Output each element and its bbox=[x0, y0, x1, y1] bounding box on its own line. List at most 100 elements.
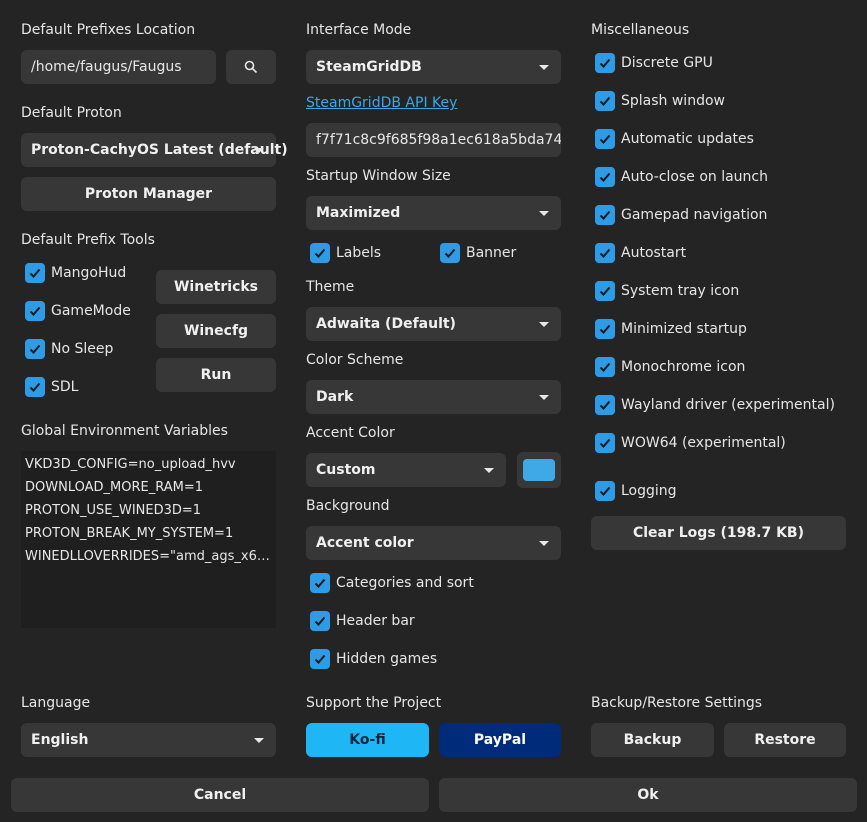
banner-label: Banner bbox=[466, 245, 517, 261]
chevron-down-icon bbox=[254, 738, 264, 743]
check-icon bbox=[595, 129, 615, 149]
no-sleep-label: No Sleep bbox=[51, 341, 114, 357]
winecfg-button[interactable]: Winecfg bbox=[156, 314, 276, 348]
support-label: Support the Project bbox=[306, 695, 442, 711]
env-vars-textarea[interactable]: VKD3D_CONFIG=no_upload_hvv DOWNLOAD_MORE… bbox=[21, 451, 276, 628]
cancel-button[interactable]: Cancel bbox=[11, 778, 429, 812]
check-icon bbox=[595, 167, 615, 187]
prefix-location-label: Default Prefixes Location bbox=[21, 22, 196, 38]
banner-checkbox[interactable]: Banner bbox=[440, 243, 516, 263]
check-icon bbox=[310, 649, 330, 669]
chevron-down-icon bbox=[539, 322, 549, 327]
background-label: Background bbox=[306, 498, 390, 514]
minimized-startup-checkbox[interactable]: Minimized startup bbox=[595, 319, 747, 339]
paypal-button[interactable]: PayPal bbox=[439, 723, 561, 757]
accent-color-label: Accent Color bbox=[306, 425, 395, 441]
check-icon bbox=[595, 281, 615, 301]
proton-manager-button[interactable]: Proton Manager bbox=[21, 177, 276, 211]
misc-label: Miscellaneous bbox=[591, 22, 690, 38]
env-line: DOWNLOAD_MORE_RAM=1 bbox=[25, 480, 203, 495]
interface-mode-select[interactable]: SteamGridDB bbox=[306, 50, 561, 84]
color-scheme-value: Dark bbox=[316, 389, 354, 405]
check-icon bbox=[595, 395, 615, 415]
winetricks-button[interactable]: Winetricks bbox=[156, 270, 276, 304]
restore-button[interactable]: Restore bbox=[724, 723, 846, 757]
monochrome-icon-label: Monochrome icon bbox=[621, 359, 746, 375]
interface-mode-value: SteamGridDB bbox=[316, 59, 422, 75]
startup-size-label: Startup Window Size bbox=[306, 168, 451, 184]
color-scheme-label: Color Scheme bbox=[306, 352, 404, 368]
mangohud-label: MangoHud bbox=[51, 265, 127, 281]
ok-button[interactable]: Ok bbox=[439, 778, 857, 812]
labels-checkbox[interactable]: Labels bbox=[310, 243, 381, 263]
prefix-location-input[interactable]: /home/faugus/Faugus bbox=[21, 50, 216, 84]
backup-restore-label: Backup/Restore Settings bbox=[591, 695, 763, 711]
accent-color-picker-button[interactable] bbox=[517, 452, 561, 488]
hidden-games-label: Hidden games bbox=[336, 651, 438, 667]
color-scheme-select[interactable]: Dark bbox=[306, 380, 561, 414]
hidden-games-checkbox[interactable]: Hidden games bbox=[310, 649, 437, 669]
splash-window-checkbox[interactable]: Splash window bbox=[595, 91, 725, 111]
no-sleep-checkbox[interactable]: No Sleep bbox=[25, 339, 113, 359]
system-tray-checkbox[interactable]: System tray icon bbox=[595, 281, 739, 301]
api-key-input[interactable]: f7f71c8c9f685f98a1ec618a5bda74cb bbox=[306, 123, 561, 157]
check-icon bbox=[25, 263, 45, 283]
auto-close-checkbox[interactable]: Auto-close on launch bbox=[595, 167, 768, 187]
autostart-label: Autostart bbox=[621, 245, 687, 261]
wayland-driver-label: Wayland driver (experimental) bbox=[621, 397, 835, 413]
background-select[interactable]: Accent color bbox=[306, 526, 561, 560]
accent-color-value: Custom bbox=[316, 462, 376, 478]
env-line: PROTON_USE_WINED3D=1 bbox=[25, 503, 202, 518]
chevron-down-icon bbox=[254, 148, 264, 153]
logging-label: Logging bbox=[621, 483, 677, 499]
gamepad-navigation-label: Gamepad navigation bbox=[621, 207, 768, 223]
default-proton-select[interactable]: Proton-CachyOS Latest (default) bbox=[21, 133, 288, 167]
startup-size-select[interactable]: Maximized bbox=[306, 196, 561, 230]
check-icon bbox=[310, 573, 330, 593]
check-icon bbox=[25, 377, 45, 397]
automatic-updates-label: Automatic updates bbox=[621, 131, 754, 147]
monochrome-icon-checkbox[interactable]: Monochrome icon bbox=[595, 357, 745, 377]
clear-logs-button[interactable]: Clear Logs (198.7 KB) bbox=[591, 516, 846, 550]
autostart-checkbox[interactable]: Autostart bbox=[595, 243, 686, 263]
categories-sort-label: Categories and sort bbox=[336, 575, 474, 591]
check-icon bbox=[595, 481, 615, 501]
labels-label: Labels bbox=[336, 245, 382, 261]
check-icon bbox=[595, 319, 615, 339]
startup-size-value: Maximized bbox=[316, 205, 401, 221]
check-icon bbox=[595, 433, 615, 453]
header-bar-checkbox[interactable]: Header bar bbox=[310, 611, 415, 631]
chevron-down-icon bbox=[539, 65, 549, 70]
check-icon bbox=[25, 339, 45, 359]
wow64-label: WOW64 (experimental) bbox=[621, 435, 786, 451]
accent-color-select[interactable]: Custom bbox=[306, 453, 506, 487]
discrete-gpu-label: Discrete GPU bbox=[621, 55, 713, 71]
prefix-tools-label: Default Prefix Tools bbox=[21, 232, 155, 248]
sdl-checkbox[interactable]: SDL bbox=[25, 377, 78, 397]
wayland-driver-checkbox[interactable]: Wayland driver (experimental) bbox=[595, 395, 835, 415]
env-line: WINEDLLOVERRIDES="amd_ags_x64.... bbox=[25, 549, 272, 564]
kofi-button[interactable]: Ko-fi bbox=[306, 723, 429, 757]
categories-sort-checkbox[interactable]: Categories and sort bbox=[310, 573, 474, 593]
steamgriddb-api-key-link[interactable]: SteamGridDB API Key bbox=[306, 95, 457, 111]
interface-mode-label: Interface Mode bbox=[306, 22, 412, 38]
browse-prefix-button[interactable] bbox=[226, 50, 276, 84]
discrete-gpu-checkbox[interactable]: Discrete GPU bbox=[595, 53, 713, 73]
automatic-updates-checkbox[interactable]: Automatic updates bbox=[595, 129, 754, 149]
check-icon bbox=[595, 243, 615, 263]
env-line: VKD3D_CONFIG=no_upload_hvv bbox=[25, 457, 236, 472]
theme-label: Theme bbox=[306, 279, 355, 295]
gamepad-navigation-checkbox[interactable]: Gamepad navigation bbox=[595, 205, 767, 225]
wow64-checkbox[interactable]: WOW64 (experimental) bbox=[595, 433, 786, 453]
theme-select[interactable]: Adwaita (Default) bbox=[306, 307, 561, 341]
language-value: English bbox=[31, 732, 89, 748]
background-value: Accent color bbox=[316, 535, 414, 551]
chevron-down-icon bbox=[539, 211, 549, 216]
backup-button[interactable]: Backup bbox=[591, 723, 714, 757]
run-button[interactable]: Run bbox=[156, 358, 276, 392]
gamemode-checkbox[interactable]: GameMode bbox=[25, 301, 131, 321]
mangohud-checkbox[interactable]: MangoHud bbox=[25, 263, 126, 283]
language-label: Language bbox=[21, 695, 91, 711]
language-select[interactable]: English bbox=[21, 723, 276, 757]
logging-checkbox[interactable]: Logging bbox=[595, 481, 677, 501]
